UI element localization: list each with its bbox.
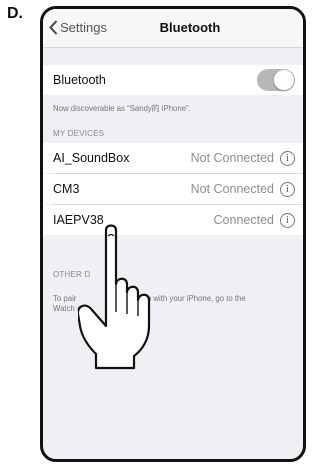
device-status: Not Connected	[190, 182, 274, 196]
device-status: Connected	[213, 213, 274, 227]
discoverable-text: Now discoverable as “Sandy的 iPhone”.	[53, 104, 191, 113]
pair-help-text-left: To pair	[53, 294, 77, 303]
toggle-knob	[274, 70, 294, 90]
pointing-hand-icon	[76, 222, 162, 377]
device-row-ai-soundbox[interactable]: AI_SoundBox Not Connected i	[43, 143, 303, 173]
info-icon[interactable]: i	[280, 212, 295, 228]
bluetooth-toggle[interactable]	[257, 69, 295, 91]
bluetooth-row: Bluetooth	[43, 65, 303, 95]
device-name: AI_SoundBox	[53, 151, 130, 165]
page-title: Bluetooth	[159, 20, 221, 35]
info-icon[interactable]: i	[280, 181, 295, 197]
my-devices-header: MY DEVICES	[53, 129, 105, 138]
device-name: CM3	[53, 182, 80, 196]
navigation-bar: Settings Bluetooth	[43, 9, 303, 48]
step-label: D.	[7, 5, 23, 22]
device-status: Not Connected	[190, 151, 274, 165]
device-row-cm3[interactable]: CM3 Not Connected i	[43, 174, 303, 204]
bluetooth-label: Bluetooth	[53, 73, 106, 87]
info-icon[interactable]: i	[280, 150, 295, 166]
